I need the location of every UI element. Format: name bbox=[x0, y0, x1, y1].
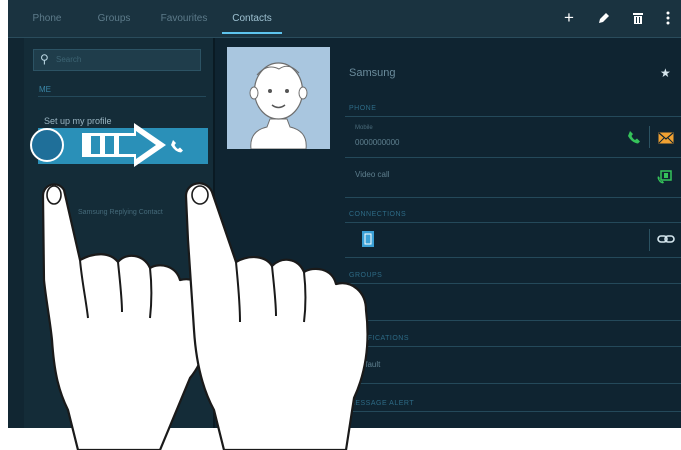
default-avatar-icon bbox=[227, 47, 330, 150]
groups-value[interactable]: 1 bbox=[355, 297, 359, 306]
action-separator bbox=[649, 229, 650, 251]
list-divider bbox=[345, 197, 681, 198]
notification-value[interactable]: Default bbox=[355, 360, 380, 369]
connections-section-header: CONNECTIONS bbox=[349, 211, 407, 218]
groups-section-header: GROUPS bbox=[349, 272, 383, 279]
message-alert-section-header: MESSAGE ALERT bbox=[349, 400, 415, 407]
star-icon[interactable]: ★ bbox=[660, 66, 671, 80]
video-call-icon[interactable] bbox=[657, 170, 672, 184]
video-call-label[interactable]: Video call bbox=[355, 170, 390, 179]
phone-call-icon[interactable] bbox=[627, 130, 641, 144]
tab-phone[interactable]: Phone bbox=[16, 0, 78, 37]
notification-section-header: NOTIFICATIONS bbox=[349, 335, 410, 342]
list-divider bbox=[345, 383, 681, 384]
list-divider bbox=[345, 257, 681, 258]
phone-section-header: PHONE bbox=[349, 105, 377, 112]
tab-groups[interactable]: Groups bbox=[82, 0, 146, 37]
phone-screen: Phone Groups Favourites Contacts + ⚲ Sea… bbox=[8, 0, 681, 428]
more-vertical-icon[interactable] bbox=[660, 7, 676, 29]
me-section-divider bbox=[38, 96, 206, 97]
link-icon[interactable] bbox=[657, 234, 675, 244]
contact-row-secondary: Samsung Replying Contact bbox=[78, 209, 163, 216]
search-input[interactable]: ⚲ Search bbox=[33, 49, 201, 71]
groups-divider bbox=[345, 283, 681, 284]
action-separator bbox=[649, 126, 650, 148]
tab-contacts[interactable]: Contacts bbox=[222, 0, 282, 37]
contact-list-pane: ⚲ Search ME Set up my profile S Samsung … bbox=[8, 38, 213, 428]
swipe-right-arrow-icon bbox=[82, 123, 166, 167]
trash-icon[interactable] bbox=[627, 7, 649, 29]
search-placeholder: Search bbox=[56, 55, 82, 64]
message-alert-divider bbox=[345, 411, 681, 412]
notification-divider bbox=[345, 346, 681, 347]
contact-avatar-circle bbox=[30, 128, 64, 162]
list-divider bbox=[345, 320, 681, 321]
connections-divider bbox=[345, 222, 681, 223]
contact-photo[interactable] bbox=[227, 47, 330, 150]
pencil-icon[interactable] bbox=[593, 7, 615, 29]
me-section-header: ME bbox=[39, 85, 51, 94]
phone-section-divider bbox=[345, 116, 681, 117]
list-divider bbox=[345, 157, 681, 158]
call-icon bbox=[171, 140, 183, 153]
top-app-bar: Phone Groups Favourites Contacts + bbox=[8, 0, 681, 38]
message-icon[interactable] bbox=[658, 132, 674, 144]
search-icon: ⚲ bbox=[40, 52, 49, 66]
contact-name: Samsung bbox=[349, 67, 396, 79]
mobile-number[interactable]: 0000000000 bbox=[355, 138, 400, 147]
tab-favourites[interactable]: Favourites bbox=[148, 0, 220, 37]
device-icon[interactable] bbox=[361, 231, 375, 247]
contact-detail-pane: Samsung ★ PHONE Mobile 0000000000 Video … bbox=[215, 38, 681, 428]
mobile-label: Mobile bbox=[355, 125, 373, 131]
plus-icon[interactable]: + bbox=[558, 7, 580, 29]
